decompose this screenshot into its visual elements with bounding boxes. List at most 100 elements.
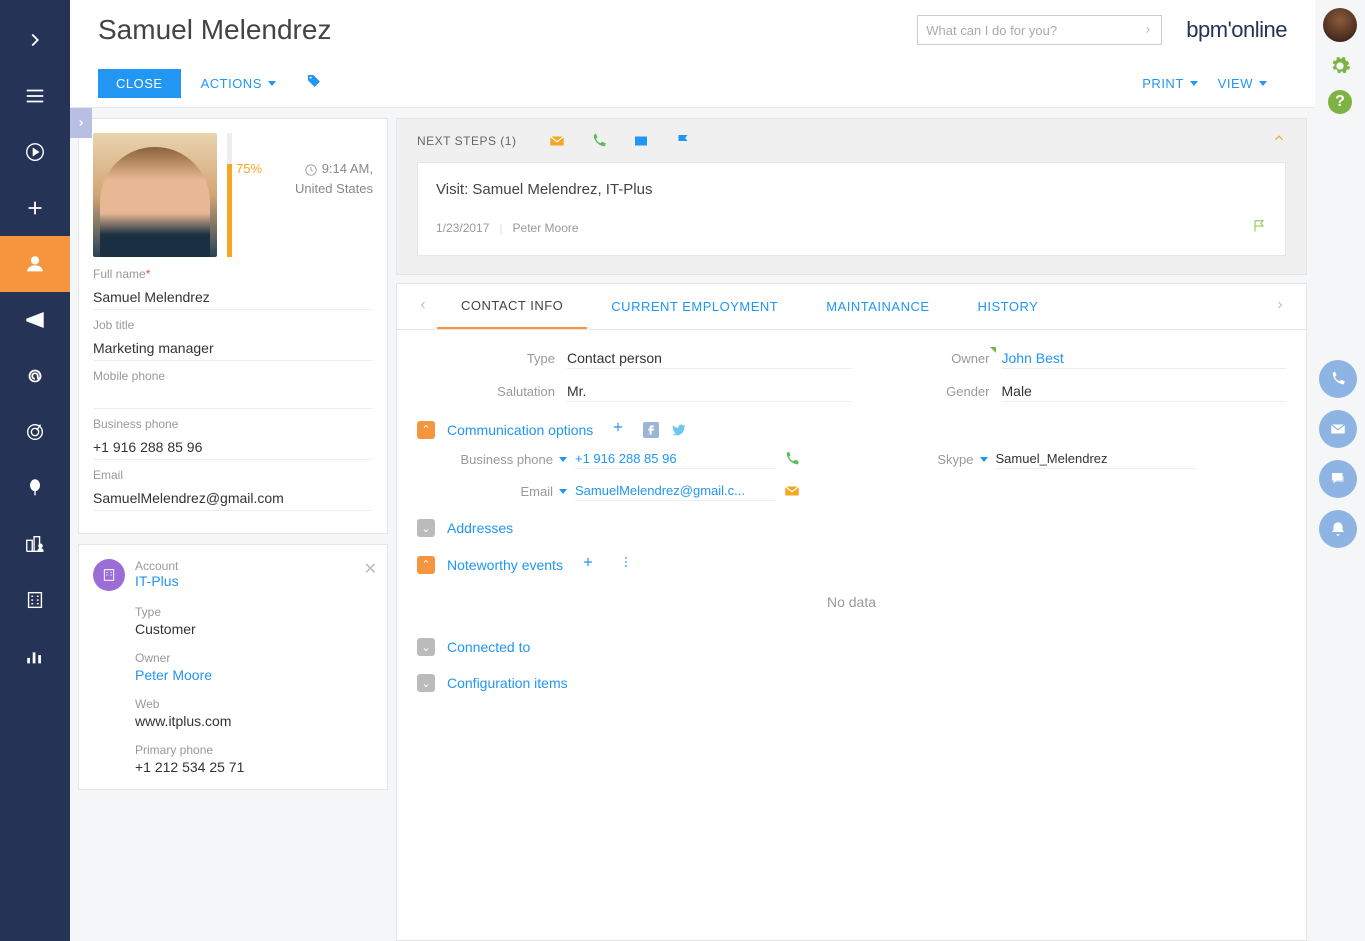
- salutation-label: Salutation: [417, 384, 567, 399]
- comm-email-label[interactable]: Email: [445, 484, 567, 499]
- facebook-icon[interactable]: [643, 422, 659, 438]
- add-task-icon[interactable]: [632, 132, 650, 150]
- job-title-input[interactable]: Marketing manager: [93, 336, 373, 361]
- nav-dashboards[interactable]: [0, 628, 70, 684]
- full-name-input[interactable]: Samuel Melendrez: [93, 285, 373, 310]
- add-event-button[interactable]: [575, 555, 601, 574]
- action-bar: CLOSE ACTIONS PRINT VIEW: [70, 60, 1315, 108]
- view-button[interactable]: VIEW: [1218, 76, 1267, 91]
- comm-business-value[interactable]: +1 916 288 85 96: [575, 449, 775, 469]
- completeness-indicator[interactable]: 75%: [227, 133, 262, 257]
- header: Samuel Melendrez What can I do for you? …: [70, 0, 1315, 60]
- config-title[interactable]: Configuration items: [447, 675, 568, 691]
- comm-email-value[interactable]: SamuelMelendrez@gmail.c...: [575, 481, 775, 501]
- no-data-label: No data: [417, 584, 1286, 620]
- nav-contacts[interactable]: [0, 236, 70, 292]
- expand-config-button[interactable]: ⌄: [417, 674, 435, 692]
- next-step-card[interactable]: Visit: Samuel Melendrez, IT-Plus 1/23/20…: [417, 162, 1286, 256]
- nav-leads[interactable]: [0, 404, 70, 460]
- add-call-icon[interactable]: [590, 132, 608, 150]
- actions-button[interactable]: ACTIONS: [201, 76, 276, 91]
- user-avatar[interactable]: [1323, 8, 1357, 42]
- flag-icon[interactable]: [1251, 218, 1267, 237]
- add-flag-icon[interactable]: [674, 132, 692, 150]
- type-label: Type: [417, 351, 567, 366]
- event-menu-button[interactable]: [613, 555, 639, 574]
- collapse-comm-button[interactable]: ⌃: [417, 421, 435, 439]
- email-label: Email: [93, 468, 373, 482]
- account-owner-link[interactable]: Peter Moore: [135, 667, 373, 683]
- collapse-sidebar-button[interactable]: [70, 108, 92, 138]
- owner-label: Owner: [852, 351, 1002, 366]
- tab-history[interactable]: HISTORY: [954, 285, 1063, 328]
- print-button[interactable]: PRINT: [1142, 76, 1198, 91]
- tag-icon[interactable]: [306, 73, 322, 94]
- comm-panel-buttons: [1319, 360, 1357, 548]
- tab-maintainance[interactable]: MAINTAINANCE: [802, 285, 953, 328]
- tab-contact-info[interactable]: CONTACT INFO: [437, 284, 587, 329]
- nav-add[interactable]: [0, 180, 70, 236]
- visit-date: 1/23/2017: [436, 221, 489, 235]
- twitter-icon[interactable]: [671, 422, 687, 438]
- profile-timezone: 9:14 AM, United States: [272, 161, 373, 257]
- collapse-icon[interactable]: [1272, 131, 1286, 150]
- account-type-label: Type: [135, 605, 373, 619]
- cti-phone-button[interactable]: [1319, 360, 1357, 398]
- nav-run-process[interactable]: [0, 124, 70, 180]
- noteworthy-title[interactable]: Noteworthy events: [447, 557, 563, 573]
- tabs-scroll-left[interactable]: [409, 298, 437, 316]
- tab-current-employment[interactable]: CURRENT EMPLOYMENT: [587, 285, 802, 328]
- nav-employees[interactable]: [0, 516, 70, 572]
- visit-owner: Peter Moore: [513, 221, 579, 235]
- nav-email[interactable]: [0, 348, 70, 404]
- email-input[interactable]: SamuelMelendrez@gmail.com: [93, 486, 373, 511]
- settings-icon[interactable]: [1326, 52, 1354, 80]
- job-title-label: Job title: [93, 318, 373, 332]
- cti-feed-button[interactable]: [1319, 460, 1357, 498]
- mobile-input[interactable]: [93, 387, 373, 409]
- business-phone-input[interactable]: +1 916 288 85 96: [93, 435, 373, 460]
- caret-icon: [268, 81, 276, 86]
- comm-business-label[interactable]: Business phone: [445, 452, 567, 467]
- nav-accounts[interactable]: [0, 572, 70, 628]
- caret-icon: [1190, 81, 1198, 86]
- help-icon[interactable]: ?: [1328, 90, 1352, 114]
- salutation-input[interactable]: Mr.: [567, 381, 852, 402]
- comm-skype-value[interactable]: Samuel_Melendrez: [996, 449, 1196, 469]
- account-owner-label: Owner: [135, 651, 373, 665]
- account-phone-value: +1 212 534 25 71: [135, 759, 373, 775]
- cti-notifications-button[interactable]: [1319, 510, 1357, 548]
- nav-events[interactable]: [0, 460, 70, 516]
- next-steps-panel: NEXT STEPS (1) Visit: Samuel Melendrez, …: [396, 118, 1307, 275]
- connected-title[interactable]: Connected to: [447, 639, 530, 655]
- account-link[interactable]: IT-Plus: [135, 573, 179, 589]
- main-nav-rail: [0, 0, 70, 941]
- owner-input[interactable]: John Best: [1002, 348, 1287, 369]
- type-input[interactable]: Contact person: [567, 348, 852, 369]
- global-search[interactable]: What can I do for you?: [917, 15, 1162, 45]
- remove-account-icon[interactable]: ✕: [364, 559, 377, 579]
- collapse-events-button[interactable]: ⌃: [417, 556, 435, 574]
- tabs-header: CONTACT INFO CURRENT EMPLOYMENT MAINTAIN…: [397, 284, 1306, 330]
- nav-expand[interactable]: [0, 12, 70, 68]
- email-icon[interactable]: [783, 482, 801, 500]
- cti-email-button[interactable]: [1319, 410, 1357, 448]
- close-button[interactable]: CLOSE: [98, 69, 181, 98]
- call-icon[interactable]: [783, 450, 801, 468]
- addresses-title[interactable]: Addresses: [447, 520, 513, 536]
- gender-input[interactable]: Male: [1002, 381, 1287, 402]
- nav-menu[interactable]: [0, 68, 70, 124]
- nav-campaigns[interactable]: [0, 292, 70, 348]
- expand-connected-button[interactable]: ⌄: [417, 638, 435, 656]
- comm-options-title[interactable]: Communication options: [447, 422, 593, 438]
- contact-photo[interactable]: [93, 133, 217, 257]
- expand-addresses-button[interactable]: ⌄: [417, 519, 435, 537]
- account-type-value: Customer: [135, 621, 373, 637]
- add-comm-button[interactable]: [605, 420, 631, 439]
- chevron-right-icon: [1143, 25, 1153, 35]
- add-email-icon[interactable]: [548, 132, 566, 150]
- profile-panel: 75% 9:14 AM, United States Full name* Sa…: [78, 118, 388, 534]
- completeness-percent: 75%: [236, 161, 262, 176]
- tabs-scroll-right[interactable]: [1266, 298, 1294, 316]
- comm-skype-label[interactable]: Skype: [866, 452, 988, 467]
